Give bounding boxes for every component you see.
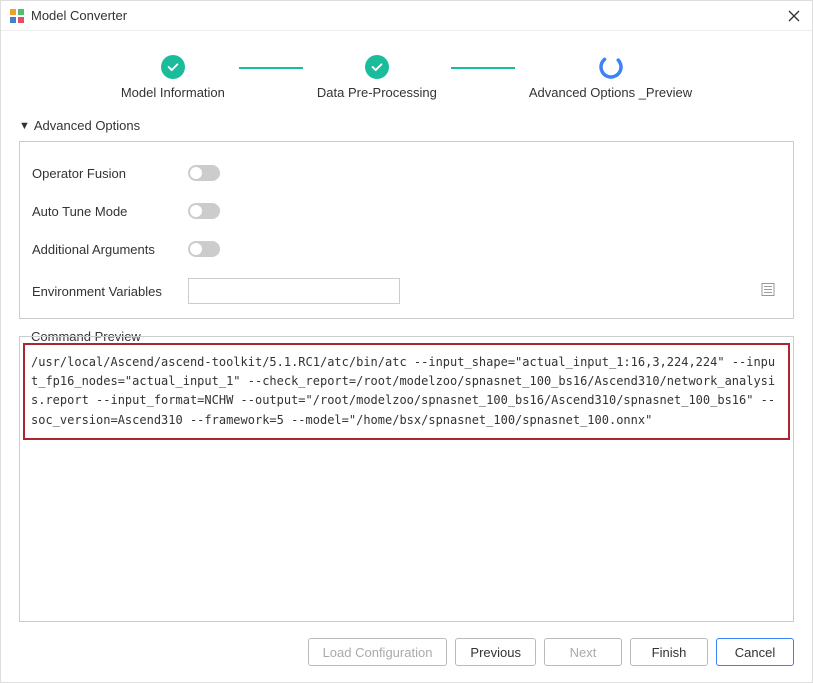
step-connector xyxy=(451,67,515,69)
operator-fusion-toggle[interactable] xyxy=(188,165,220,181)
step-connector xyxy=(239,67,303,69)
option-row: Auto Tune Mode xyxy=(32,192,781,230)
window-title: Model Converter xyxy=(31,8,784,23)
spinner-icon xyxy=(599,55,623,79)
check-icon xyxy=(365,55,389,79)
env-vars-label: Environment Variables xyxy=(32,284,188,299)
stepper: Model Information Data Pre-Processing Ad… xyxy=(1,31,812,118)
next-button[interactable]: Next xyxy=(544,638,622,666)
dialog-window: Model Converter Model Information Data P… xyxy=(0,0,813,683)
auto-tune-toggle[interactable] xyxy=(188,203,220,219)
step-data-preprocessing[interactable]: Data Pre-Processing xyxy=(317,55,437,100)
command-preview-panel: /usr/local/Ascend/ascend-toolkit/5.1.RC1… xyxy=(19,336,794,622)
auto-tune-label: Auto Tune Mode xyxy=(32,204,188,219)
option-row: Environment Variables xyxy=(32,268,781,318)
step-label: Model Information xyxy=(121,85,225,100)
finish-button[interactable]: Finish xyxy=(630,638,708,666)
step-label: Data Pre-Processing xyxy=(317,85,437,100)
operator-fusion-label: Operator Fusion xyxy=(32,166,188,181)
close-icon[interactable] xyxy=(784,6,804,26)
additional-arguments-label: Additional Arguments xyxy=(32,242,188,257)
step-advanced-options[interactable]: Advanced Options _Preview xyxy=(529,55,692,100)
option-row: Additional Arguments xyxy=(32,230,781,268)
check-icon xyxy=(161,55,185,79)
previous-button[interactable]: Previous xyxy=(455,638,536,666)
titlebar: Model Converter xyxy=(1,1,812,31)
env-vars-input[interactable] xyxy=(188,278,400,304)
triangle-down-icon: ▼ xyxy=(19,120,30,132)
app-icon xyxy=(9,8,25,24)
load-configuration-button[interactable]: Load Configuration xyxy=(308,638,448,666)
advanced-options-toggle[interactable]: ▼ Advanced Options xyxy=(19,118,794,133)
cancel-button[interactable]: Cancel xyxy=(716,638,794,666)
additional-arguments-toggle[interactable] xyxy=(188,241,220,257)
options-panel: Operator Fusion Auto Tune Mode Additiona… xyxy=(19,141,794,319)
option-row: Operator Fusion xyxy=(32,154,781,192)
step-label: Advanced Options _Preview xyxy=(529,85,692,100)
command-text[interactable]: /usr/local/Ascend/ascend-toolkit/5.1.RC1… xyxy=(23,343,790,440)
step-model-information[interactable]: Model Information xyxy=(121,55,225,100)
footer: Load Configuration Previous Next Finish … xyxy=(1,622,812,682)
list-icon[interactable] xyxy=(761,283,775,300)
content-area: ▼ Advanced Options Operator Fusion Auto … xyxy=(1,118,812,622)
section-title: Advanced Options xyxy=(34,118,140,133)
